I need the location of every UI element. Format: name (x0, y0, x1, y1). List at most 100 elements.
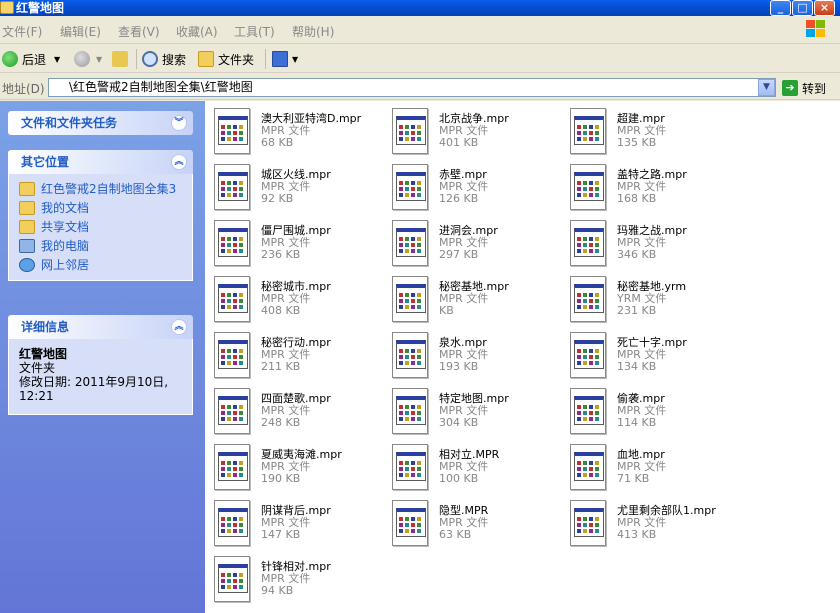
expand-icon[interactable]: ︾ (171, 115, 187, 131)
details-body: 红警地图 文件夹 修改日期: 2011年9月10日, 12:21 (8, 339, 193, 415)
file-tasks-panel: 文件和文件夹任务 ︾ (8, 111, 193, 135)
file-size: 134 KB (617, 360, 657, 373)
details-header[interactable]: 详细信息 ︽ (8, 315, 193, 339)
map-file-icon (392, 220, 428, 266)
file-item[interactable]: 死亡十字.mpr MPR 文件 134 KB (561, 329, 739, 381)
address-input[interactable]: \红色警戒2自制地图全集\红警地图 (48, 78, 776, 97)
task-pane: 文件和文件夹任务 ︾ 其它位置 ︽ 红色警戒2自制地图全集3 我的文档 共享文档 (0, 101, 205, 613)
views-icon (272, 51, 288, 67)
file-size: KB (439, 304, 454, 317)
menu-favorites[interactable]: 收藏(A) (176, 23, 218, 40)
file-item[interactable]: 玛雅之战.mpr MPR 文件 346 KB (561, 217, 739, 269)
file-size: 94 KB (261, 584, 294, 597)
back-button[interactable]: 后退 ▼ (2, 49, 60, 69)
file-item[interactable]: 超建.mpr MPR 文件 135 KB (561, 105, 739, 157)
file-item[interactable]: 盖特之路.mpr MPR 文件 168 KB (561, 161, 739, 213)
go-button[interactable]: ➔ 转到 (782, 78, 826, 98)
close-button[interactable]: × (814, 0, 835, 16)
file-size: 135 KB (617, 136, 657, 149)
minimize-button[interactable]: _ (770, 0, 791, 16)
file-item[interactable]: 秘密基地.yrm YRM 文件 231 KB (561, 273, 739, 325)
title-bar[interactable]: 红警地图 _ □ × (0, 0, 840, 16)
address-bar: 地址(D) \红色警戒2自制地图全集\红警地图 ▼ ➔ 转到 (0, 74, 840, 100)
forward-arrow-icon (74, 51, 90, 67)
place-item[interactable]: 红色警戒2自制地图全集3 (19, 182, 182, 196)
map-file-icon (570, 276, 606, 322)
network-places-icon (19, 258, 35, 272)
search-button[interactable]: 搜索 (142, 49, 186, 69)
file-item[interactable]: 进洞会.mpr MPR 文件 297 KB (383, 217, 561, 269)
address-dropdown-button[interactable]: ▼ (758, 79, 775, 96)
file-item[interactable]: 特定地图.mpr MPR 文件 304 KB (383, 385, 561, 437)
file-size: 71 KB (617, 472, 650, 485)
file-tasks-header[interactable]: 文件和文件夹任务 ︾ (8, 111, 193, 135)
file-item[interactable]: 秘密行动.mpr MPR 文件 211 KB (205, 329, 383, 381)
file-size: 147 KB (261, 528, 301, 541)
file-item[interactable]: 澳大利亚特湾D.mpr MPR 文件 68 KB (205, 105, 383, 157)
folders-button[interactable]: 文件夹 (198, 49, 254, 69)
file-item[interactable]: 城区火线.mpr MPR 文件 92 KB (205, 161, 383, 213)
place-item[interactable]: 我的电脑 (19, 239, 182, 253)
file-item[interactable]: 夏威夷海滩.mpr MPR 文件 190 KB (205, 441, 383, 493)
collapse-icon[interactable]: ︽ (171, 319, 187, 335)
map-file-icon (392, 164, 428, 210)
file-size: 211 KB (261, 360, 301, 373)
place-label: 我的文档 (41, 201, 90, 215)
map-file-icon (392, 332, 428, 378)
place-item[interactable]: 共享文档 (19, 220, 182, 234)
file-item[interactable]: 秘密基地.mpr MPR 文件 KB (383, 273, 561, 325)
menu-view[interactable]: 查看(V) (118, 23, 160, 40)
menu-tools[interactable]: 工具(T) (234, 23, 275, 40)
place-label: 网上邻居 (41, 258, 90, 272)
file-item[interactable]: 针锋相对.mpr MPR 文件 94 KB (205, 553, 383, 605)
file-size: 408 KB (261, 304, 301, 317)
file-size: 63 KB (439, 528, 472, 541)
file-item[interactable]: 赤壁.mpr MPR 文件 126 KB (383, 161, 561, 213)
details-panel: 详细信息 ︽ 红警地图 文件夹 修改日期: 2011年9月10日, 12:21 (8, 315, 193, 415)
views-dropdown-icon: ▼ (292, 54, 299, 64)
forward-button[interactable]: ▼ (74, 49, 102, 69)
map-file-icon (214, 556, 250, 602)
map-file-icon (570, 444, 606, 490)
file-size: 304 KB (439, 416, 479, 429)
up-folder-button[interactable] (112, 49, 132, 69)
other-places-header[interactable]: 其它位置 ︽ (8, 150, 193, 174)
map-file-icon (570, 332, 606, 378)
map-file-icon (214, 444, 250, 490)
forward-dropdown-icon[interactable]: ▼ (96, 55, 102, 64)
file-item[interactable]: 血地.mpr MPR 文件 71 KB (561, 441, 739, 493)
file-size: 126 KB (439, 192, 479, 205)
file-item[interactable]: 秘密城市.mpr MPR 文件 408 KB (205, 273, 383, 325)
file-item[interactable]: 相对立.MPR MPR 文件 100 KB (383, 441, 561, 493)
my-computer-icon (19, 239, 35, 253)
file-size: 168 KB (617, 192, 657, 205)
back-arrow-icon (2, 51, 18, 67)
file-item[interactable]: 泉水.mpr MPR 文件 193 KB (383, 329, 561, 381)
shared-documents-icon (19, 220, 35, 234)
maximize-button[interactable]: □ (792, 0, 813, 16)
back-dropdown-icon[interactable]: ▼ (54, 55, 60, 64)
file-item[interactable]: 偷袭.mpr MPR 文件 114 KB (561, 385, 739, 437)
file-item[interactable]: 尤里剩余部队1.mpr MPR 文件 413 KB (561, 497, 739, 549)
file-size: 92 KB (261, 192, 294, 205)
back-label: 后退 (22, 52, 47, 67)
file-item[interactable]: 北京战争.mpr MPR 文件 401 KB (383, 105, 561, 157)
file-size: 68 KB (261, 136, 294, 149)
toolbar-separator (136, 49, 137, 69)
file-size: 297 KB (439, 248, 479, 261)
menu-help[interactable]: 帮助(H) (292, 23, 334, 40)
map-file-icon (570, 108, 606, 154)
place-item[interactable]: 我的文档 (19, 201, 182, 215)
collapse-icon[interactable]: ︽ (171, 154, 187, 170)
menu-edit[interactable]: 编辑(E) (60, 23, 101, 40)
file-item[interactable]: 阴谋背后.mpr MPR 文件 147 KB (205, 497, 383, 549)
my-documents-icon (19, 201, 35, 215)
map-file-icon (570, 164, 606, 210)
file-item[interactable]: 四面楚歌.mpr MPR 文件 248 KB (205, 385, 383, 437)
menu-file[interactable]: 文件(F) (2, 23, 42, 40)
file-item[interactable]: 隐型.MPR MPR 文件 63 KB (383, 497, 561, 549)
views-button[interactable]: ▼ (272, 49, 298, 69)
file-item[interactable]: 僵尸围城.mpr MPR 文件 236 KB (205, 217, 383, 269)
place-item[interactable]: 网上邻居 (19, 258, 182, 272)
other-places-panel: 其它位置 ︽ 红色警戒2自制地图全集3 我的文档 共享文档 我的电脑 网上邻居 (8, 150, 193, 281)
